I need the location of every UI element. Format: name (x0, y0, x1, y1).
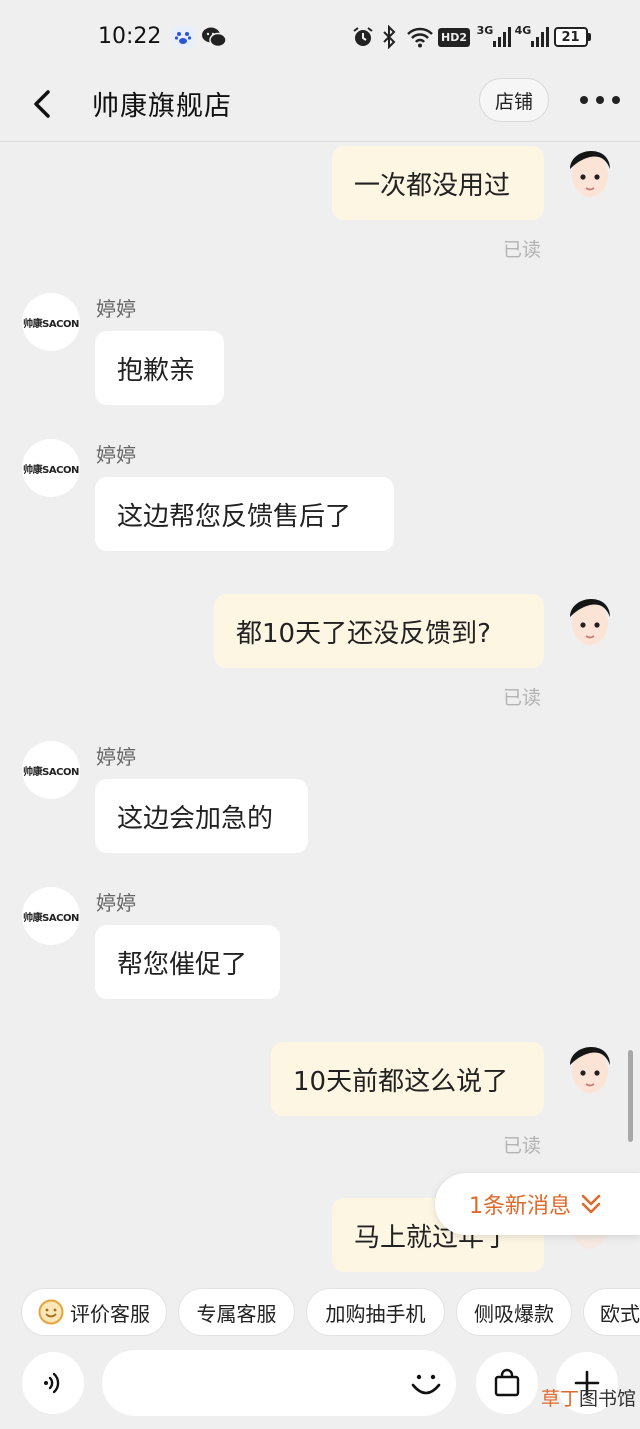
smiley-icon (38, 1299, 64, 1325)
new-message-label: 1条新消息 (469, 1194, 571, 1219)
message-bubble-outgoing[interactable]: 都10天了还没反馈到? (214, 594, 544, 668)
watermark-accent: 草丁 (541, 1388, 580, 1410)
new-message-banner[interactable]: 1条新消息 (435, 1173, 640, 1235)
dot-icon (612, 96, 620, 104)
user-avatar[interactable] (563, 143, 617, 203)
voice-button[interactable] (22, 1352, 84, 1414)
voice-icon (44, 1372, 60, 1394)
chat-scrollbar[interactable] (628, 1050, 633, 1142)
read-status: 已读 (503, 687, 542, 709)
sender-name: 婷婷 (96, 297, 136, 321)
back-button[interactable] (28, 84, 58, 124)
hd-badge: HD2 (438, 22, 470, 52)
shop-avatar[interactable]: 帅康SACON (22, 741, 80, 799)
read-status: 已读 (503, 239, 542, 261)
dot-icon (596, 96, 604, 104)
sender-name: 婷婷 (96, 745, 136, 769)
bluetooth-icon (380, 22, 398, 52)
baidu-paw-icon (170, 22, 196, 52)
wechat-icon (200, 22, 228, 52)
quick-reply-bar: 评价客服 专属客服 加购抽手机 侧吸爆款 欧式 (0, 1272, 640, 1350)
alarm-icon (350, 22, 376, 52)
message-bubble-incoming[interactable]: 这边帮您反馈售后了 (95, 477, 394, 551)
wifi-icon (405, 22, 435, 52)
quick-reply-european[interactable]: 欧式 (583, 1288, 640, 1336)
shop-button[interactable]: 店铺 (479, 78, 549, 122)
message-bubble-outgoing[interactable]: 一次都没用过 (332, 146, 544, 220)
product-button[interactable] (476, 1352, 538, 1414)
message-input[interactable] (102, 1350, 456, 1416)
quick-reply-side-suction[interactable]: 侧吸爆款 (456, 1288, 572, 1336)
shop-avatar[interactable]: 帅康SACON (22, 439, 80, 497)
emoji-button[interactable] (404, 1362, 448, 1406)
message-bubble-incoming[interactable]: 抱歉亲 (95, 331, 224, 405)
status-time: 10:22 (98, 24, 162, 49)
signal-4g-icon: 4G (514, 22, 550, 52)
shop-avatar[interactable]: 帅康SACON (22, 887, 80, 945)
chat-thread[interactable]: 一次都没用过 已读 帅康SACON 婷婷 抱歉亲 帅康SACON 婷婷 这边帮您… (0, 143, 640, 1272)
sender-name: 婷婷 (96, 891, 136, 915)
sender-name: 婷婷 (96, 443, 136, 467)
chevron-left-icon (34, 90, 50, 118)
battery-icon: 21 (552, 22, 592, 52)
chat-header: 帅康旗舰店 店铺 (0, 72, 640, 142)
message-bubble-incoming[interactable]: 这边会加急的 (95, 779, 308, 853)
more-menu-button[interactable] (580, 90, 620, 110)
double-chevron-down-icon (581, 1194, 601, 1214)
watermark-rest: 图书馆 (579, 1388, 637, 1410)
quick-reply-rate-service[interactable]: 评价客服 (21, 1288, 167, 1336)
message-bubble-incoming[interactable]: 帮您催促了 (95, 925, 280, 999)
quick-reply-add-cart-draw[interactable]: 加购抽手机 (306, 1288, 445, 1336)
signal-4g-label: 4G (514, 24, 532, 37)
signal-3g-label: 3G (476, 24, 494, 37)
user-avatar[interactable] (563, 1035, 617, 1099)
page-title: 帅康旗舰店 (92, 91, 232, 122)
emoji-smile-icon (411, 1374, 441, 1395)
read-status: 已读 (503, 1135, 542, 1157)
battery-level: 21 (553, 27, 588, 47)
user-avatar[interactable] (563, 587, 617, 651)
shopping-bag-icon (494, 1368, 520, 1397)
chip-label: 评价客服 (70, 1301, 150, 1326)
message-bubble-outgoing[interactable]: 10天前都这么说了 (271, 1042, 544, 1116)
quick-reply-dedicated-service[interactable]: 专属客服 (178, 1288, 295, 1336)
signal-3g-icon: 3G (476, 22, 512, 52)
hd-badge-label: HD2 (438, 27, 470, 47)
watermark: 草丁图书馆 (541, 1384, 636, 1411)
dot-icon (580, 96, 588, 104)
shop-avatar[interactable]: 帅康SACON (22, 293, 80, 351)
status-bar: 10:22 HD2 3G 4G 21 (0, 0, 640, 72)
